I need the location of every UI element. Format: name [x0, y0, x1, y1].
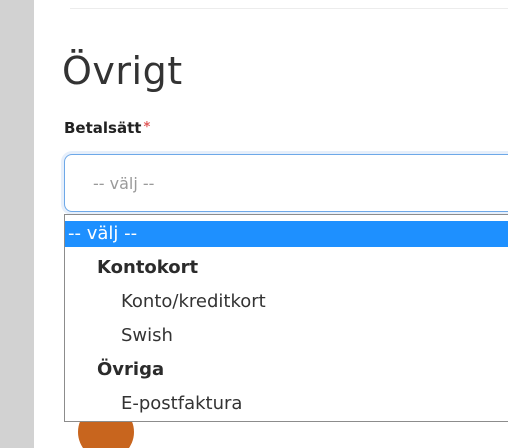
- payment-method-label-text: Betalsätt: [64, 119, 142, 137]
- dropdown-option-placeholder[interactable]: -- välj --: [65, 221, 508, 247]
- dropdown-group-ovriga: Övriga: [97, 359, 165, 380]
- section-divider: [70, 8, 508, 9]
- required-marker: *: [143, 120, 151, 135]
- payment-method-selected-value: -- välj --: [93, 174, 155, 193]
- payment-method-select[interactable]: -- välj --: [64, 154, 508, 212]
- dropdown-option-e-postfaktura[interactable]: E-postfaktura: [65, 391, 508, 417]
- dropdown-option-konto-kreditkort[interactable]: Konto/kreditkort: [65, 289, 508, 315]
- page: Övrigt Betalsätt * -- välj -- -- välj -- …: [0, 0, 508, 448]
- dropdown-option-swish[interactable]: Swish: [65, 323, 508, 349]
- payment-method-label: Betalsätt *: [64, 118, 150, 138]
- section-title: Övrigt: [62, 49, 183, 93]
- dropdown-group-kontokort: Kontokort: [97, 257, 199, 278]
- left-sidebar-strip: [0, 0, 34, 448]
- payment-method-dropdown-list[interactable]: -- välj -- Kontokort Konto/kreditkort Sw…: [64, 214, 508, 422]
